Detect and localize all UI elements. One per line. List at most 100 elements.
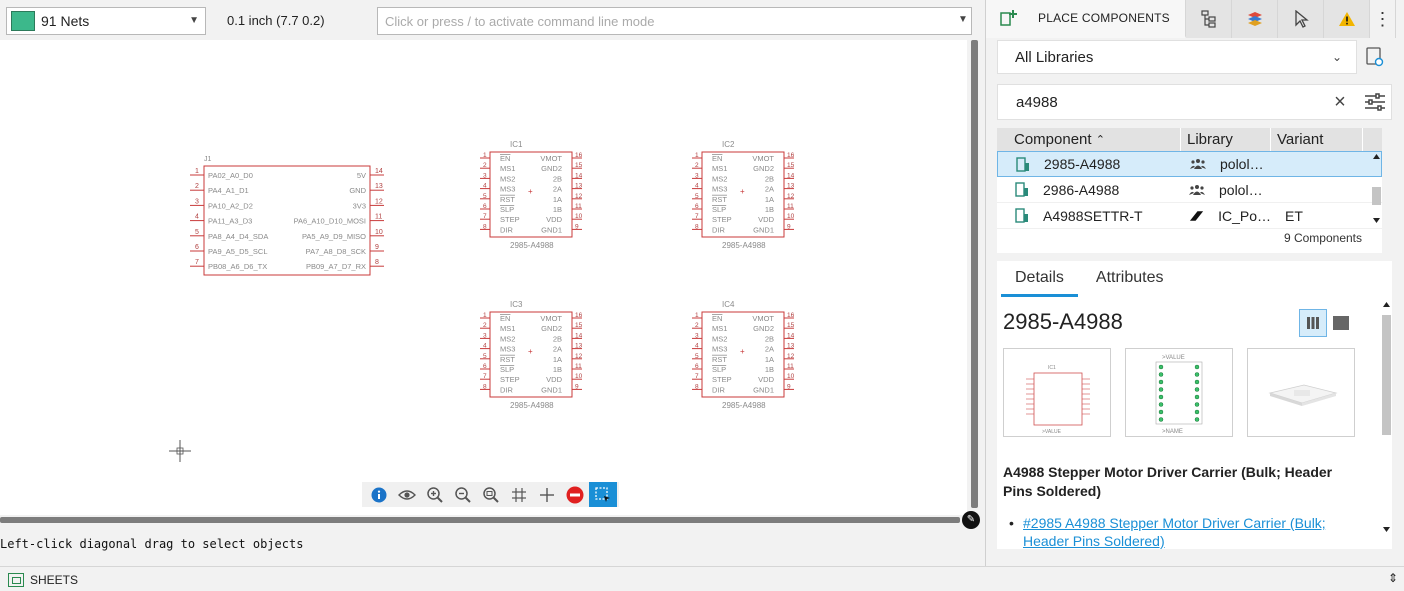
table-row[interactable]: 2986-A4988 polol… (997, 177, 1382, 203)
column-header-library[interactable]: Library (1181, 128, 1271, 151)
pin-label: 1B (553, 365, 562, 374)
pin-label: VMOT (540, 314, 562, 323)
select-icon[interactable] (589, 482, 617, 507)
pin-label: MS3 (500, 345, 515, 354)
component-list-scrollbar[interactable] (1371, 151, 1382, 226)
pin-number: 2 (695, 322, 699, 329)
connector-j1[interactable]: J1 1 PA02_A0_D0 2 PA4_A1_D1 3 PA10_A2_D2 4 PA11_… (190, 156, 384, 276)
pin-number: 3 (195, 198, 199, 205)
pin-label: 2B (553, 174, 562, 183)
driver-name: IC2 (722, 140, 735, 149)
more-menu-icon[interactable]: ⋮ (1370, 0, 1396, 38)
pin-label: MS3 (712, 185, 727, 194)
pin-label: 1B (765, 365, 774, 374)
schematic-preview[interactable]: IC1 >VALUE (1003, 348, 1111, 437)
tab-details[interactable]: Details (1001, 261, 1078, 297)
part-name: 2985-A4988 (1003, 309, 1123, 334)
stop-icon[interactable] (561, 482, 589, 507)
zoom-toolbar (362, 482, 619, 507)
table-row[interactable]: A4988SETTR-T IC_Po… ET (997, 203, 1382, 229)
pin-label: MS2 (712, 174, 727, 183)
pin-number: 3 (695, 332, 699, 339)
pin-number: 15 (787, 322, 795, 329)
search-input[interactable] (998, 85, 1318, 119)
pin-number: 5 (483, 353, 487, 360)
component-count: 9 Components (1283, 231, 1362, 245)
expand-arrow-icon[interactable]: ⇕ (1388, 571, 1398, 585)
component-cell: 2986-A4988 (997, 182, 1181, 198)
columns-view-icon[interactable] (1299, 309, 1327, 337)
pin-number: 10 (787, 213, 795, 220)
canvas-horizontal-scrollbar[interactable] (0, 515, 967, 525)
part-link[interactable]: #2985 A4988 Stepper Motor Driver Carrier… (1023, 515, 1326, 549)
zoom-in-icon[interactable] (421, 482, 449, 507)
zoom-fit-icon[interactable] (477, 482, 505, 507)
library-select[interactable]: All Libraries ⌄ (997, 40, 1357, 74)
driver-name: IC4 (722, 300, 735, 309)
component-icon (1015, 182, 1028, 197)
net-color-swatch (11, 11, 35, 31)
pen-tool-icon[interactable]: ✎ (962, 511, 980, 529)
details-scrollbar[interactable] (1381, 299, 1392, 539)
tab-place-components[interactable]: PLACE COMPONENTS (986, 0, 1186, 38)
svg-text:IC1: IC1 (1048, 365, 1056, 371)
table-row[interactable]: 2985-A4988 polol… (997, 151, 1382, 177)
vertical-scroll-thumb[interactable] (971, 40, 978, 508)
pin-label: VMOT (540, 154, 562, 163)
column-header-component[interactable]: Component ⌃ (997, 128, 1181, 151)
tab-warnings[interactable] (1324, 0, 1370, 38)
sheets-bar: SHEETS ⇕ (0, 566, 1404, 591)
library-settings-icon[interactable] (1366, 47, 1384, 67)
library-name: polol… (1220, 156, 1264, 172)
footprint-preview[interactable]: >VALUE >NAME (1125, 348, 1233, 437)
pin-number: 8 (695, 383, 699, 390)
pin-label: RST (712, 355, 727, 364)
net-class-select[interactable]: 91 Nets ▼ (6, 7, 206, 35)
eye-icon[interactable] (393, 482, 421, 507)
single-view-icon[interactable] (1327, 309, 1355, 337)
driver-name: IC1 (510, 140, 523, 149)
driver-symbol[interactable]: IC1 1 EN 2 MS1 3 MS2 4 MS3 5 RST 6 SLP 7 STEP 8 DIR 16 VMO… (480, 140, 583, 250)
origin-marker-icon: + (528, 187, 533, 196)
zoom-out-icon[interactable] (449, 482, 477, 507)
pin-label: 2A (765, 185, 774, 194)
info-icon[interactable] (365, 482, 393, 507)
pin-label: 1A (553, 355, 562, 364)
driver-symbol[interactable]: IC4 1 EN 2 MS1 3 MS2 4 MS3 5 RST 6 SLP 7 STEP 8 DIR 16 VMO… (692, 300, 795, 410)
pin-label: MS1 (500, 164, 515, 173)
driver-symbol[interactable]: IC2 1 EN 2 MS1 3 MS2 4 MS3 5 RST 6 SLP 7 STEP 8 DIR 16 VMO… (692, 140, 795, 250)
pin-number: 8 (483, 383, 487, 390)
pin-number: 6 (695, 363, 699, 370)
tab-attributes[interactable]: Attributes (1082, 261, 1178, 297)
command-dropdown-arrow-icon[interactable]: ▼ (958, 14, 968, 25)
pin-label: SLP (500, 365, 514, 374)
filter-settings-icon[interactable] (1364, 93, 1386, 111)
pin-label: MS1 (712, 164, 727, 173)
tab-design-tree[interactable] (1186, 0, 1232, 38)
pin-label: PA4_A1_D1 (208, 186, 249, 195)
horizontal-scroll-thumb[interactable] (0, 517, 960, 523)
pin-number: 11 (787, 203, 794, 210)
pin-label: STEP (712, 215, 732, 224)
grid-size-label[interactable]: 0.1 inch (7.7 0.2) (227, 13, 325, 28)
pin-number: 4 (695, 343, 699, 350)
3d-model-preview[interactable] (1247, 348, 1355, 437)
close-icon[interactable]: × (1330, 92, 1350, 112)
command-line-input[interactable] (377, 7, 972, 35)
driver-value: 2985-A4988 (510, 241, 554, 250)
sheets-button[interactable]: SHEETS (8, 573, 78, 587)
warning-icon (1338, 12, 1355, 26)
svg-text:>VALUE: >VALUE (1162, 355, 1185, 361)
tab-selection-filter[interactable] (1278, 0, 1324, 38)
crosshair-icon[interactable] (533, 482, 561, 507)
tab-layers[interactable] (1232, 0, 1278, 38)
schematic-canvas[interactable]: J1 1 PA02_A0_D0 2 PA4_A1_D1 3 PA10_A2_D2 4 PA11_… (0, 40, 967, 515)
grid-icon[interactable] (505, 482, 533, 507)
pin-label: GND (349, 186, 366, 195)
place-components-panel: PLACE COMPONENTS ⋮ All Libraries ⌄ × (985, 0, 1404, 566)
pin-label: RST (712, 195, 727, 204)
driver-name: IC3 (510, 300, 523, 309)
canvas-vertical-scrollbar[interactable] (967, 40, 985, 515)
column-header-variant[interactable]: Variant (1271, 128, 1363, 151)
driver-symbol[interactable]: IC3 1 EN 2 MS1 3 MS2 4 MS3 5 RST 6 SLP 7 STEP 8 DIR 16 VMO… (480, 300, 583, 410)
